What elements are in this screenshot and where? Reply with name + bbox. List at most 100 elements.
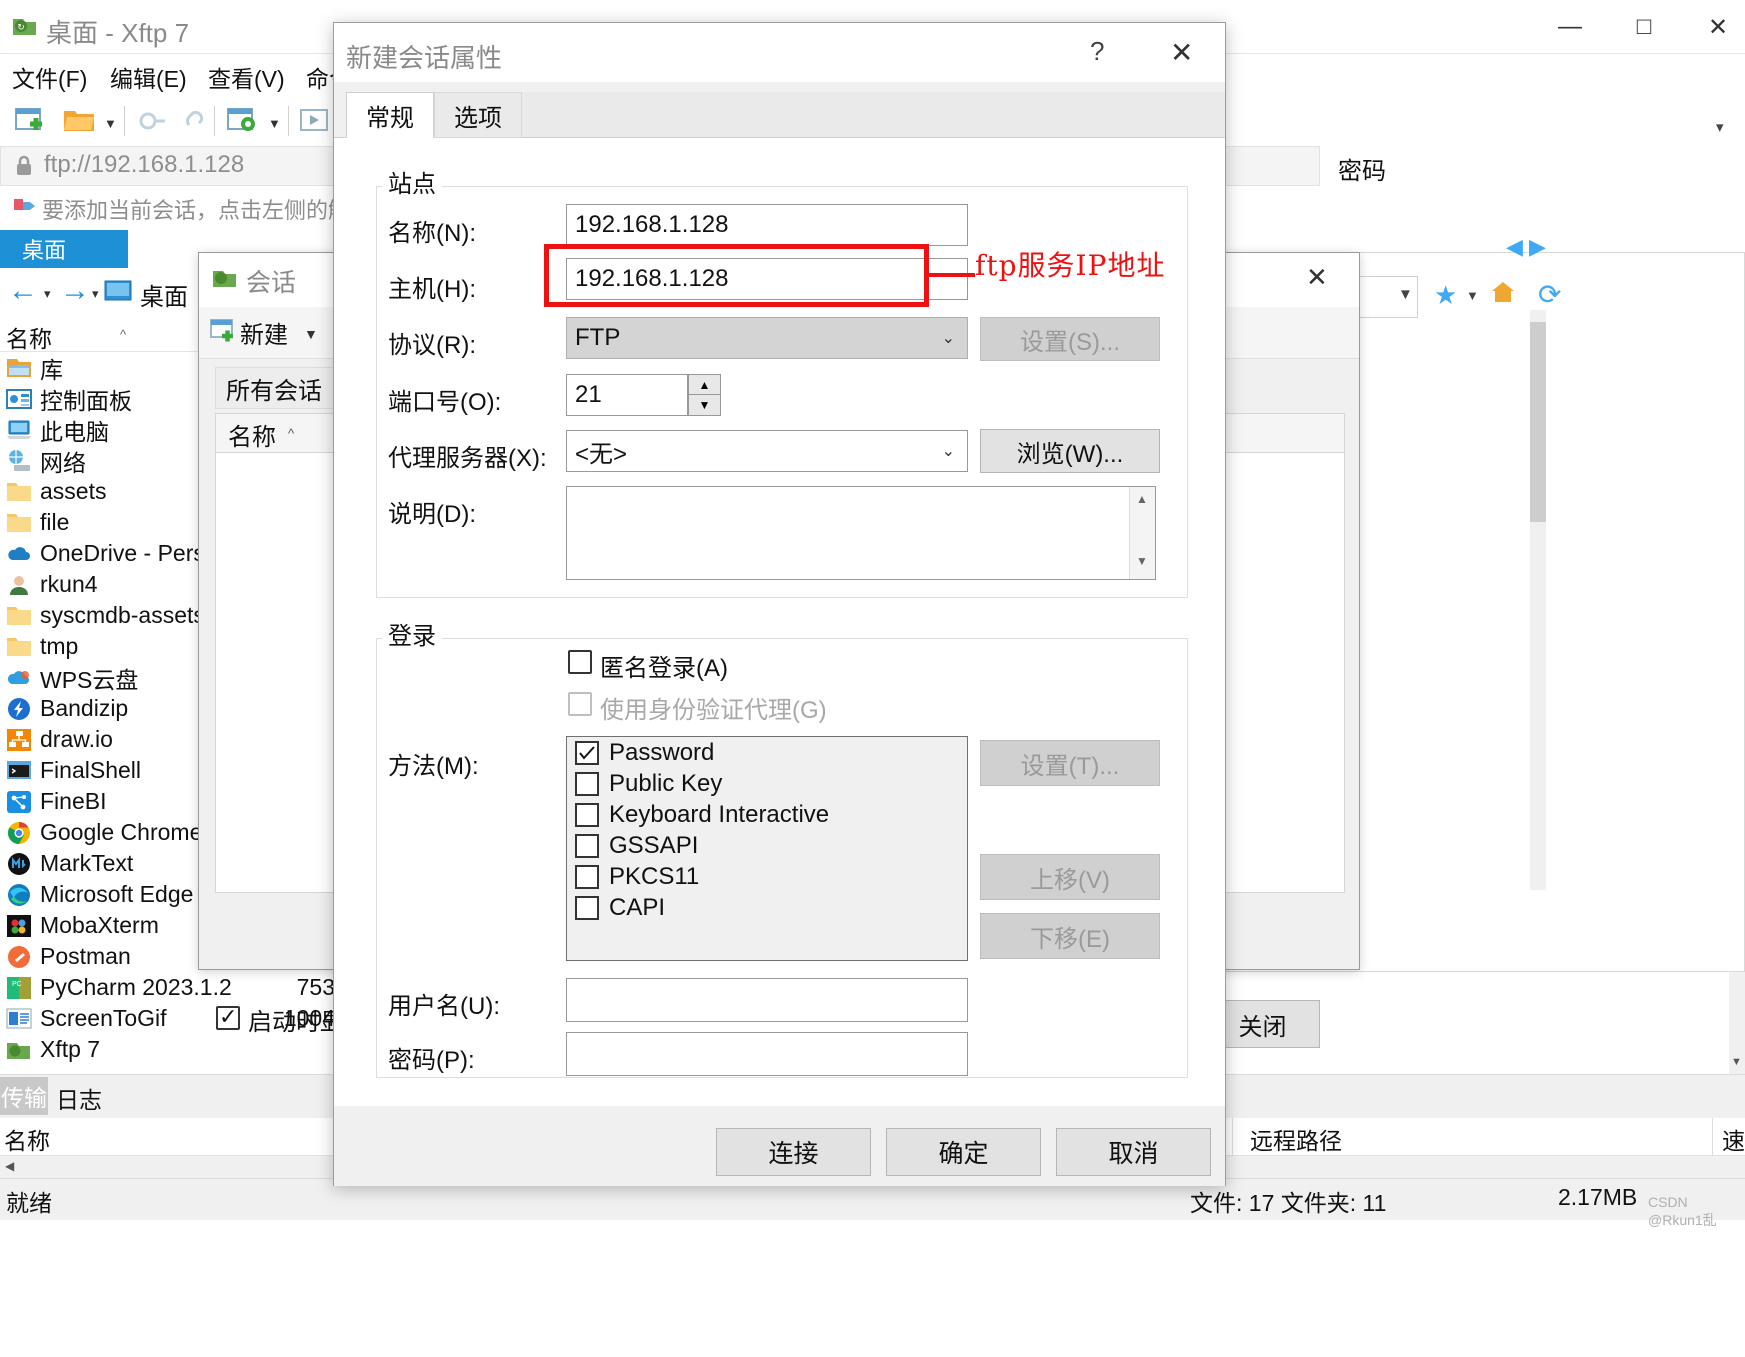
file-list-item[interactable]: WPS云盘 <box>0 662 200 693</box>
tab-transfer[interactable]: 传输 <box>0 1077 48 1115</box>
method-checkbox[interactable] <box>575 864 599 889</box>
star-icon[interactable]: ★ <box>1434 280 1457 311</box>
anonymous-login-checkbox[interactable] <box>568 650 592 674</box>
help-icon[interactable]: ? <box>1090 36 1104 67</box>
file-list-item[interactable]: rkun4 <box>0 569 200 600</box>
new-session-label[interactable]: 新建 <box>240 315 288 350</box>
file-list[interactable]: 库控制面板 此电脑网络 assets file OneDrive - Perso rkun… <box>0 352 335 1074</box>
description-scroll-down-icon[interactable]: ▼ <box>1136 554 1148 568</box>
cancel-button[interactable]: 取消 <box>1056 1128 1211 1176</box>
file-list-item[interactable]: 控制面板 <box>0 383 200 414</box>
ok-button[interactable]: 确定 <box>886 1128 1041 1176</box>
method-checkbox[interactable] <box>575 771 599 796</box>
method-list[interactable]: Password Public Key Keyboard Interactive GS… <box>566 736 968 961</box>
connect-button[interactable]: 连接 <box>716 1128 871 1176</box>
description-textarea[interactable] <box>566 486 1156 580</box>
file-list-item[interactable]: FinalShell <box>0 755 200 786</box>
protocol-select[interactable]: FTP ⌄ <box>566 317 968 359</box>
method-list-item[interactable]: Keyboard Interactive <box>567 799 967 830</box>
file-list-item[interactable]: syscmdb-assets <box>0 600 205 631</box>
nav-forward-caret-icon[interactable]: ▾ <box>92 286 99 302</box>
file-list-item[interactable]: assets <box>0 476 200 507</box>
bg-address-caret-icon[interactable]: ▼ <box>1398 286 1413 303</box>
dialog-close-icon[interactable]: ✕ <box>1170 36 1193 69</box>
method-checkbox[interactable] <box>575 740 599 765</box>
proxy-browse-button[interactable]: 浏览(W)... <box>980 429 1160 473</box>
password-label: 密码 <box>1338 158 1386 185</box>
file-list-item[interactable]: ScreenToGif 1004 <box>0 1003 335 1034</box>
file-list-item[interactable]: draw.io <box>0 724 200 755</box>
method-settings-button[interactable]: 设置(T)... <box>980 740 1160 786</box>
maximize-button[interactable]: □ <box>1607 0 1681 54</box>
home-icon[interactable] <box>1490 280 1516 304</box>
star-caret-icon[interactable]: ▼ <box>1466 288 1479 303</box>
tab-general[interactable]: 常规 <box>346 92 434 138</box>
method-list-item[interactable]: Public Key <box>567 768 967 799</box>
sessions-close-icon[interactable]: ✕ <box>1306 262 1328 293</box>
new-session-toolbar-icon[interactable] <box>210 317 240 345</box>
run-icon[interactable] <box>298 104 332 138</box>
bg-scrollbar-thumb[interactable] <box>1530 322 1546 522</box>
description-scroll-up-icon[interactable]: ▲ <box>1136 492 1148 506</box>
refresh-icon[interactable]: ⟳ <box>1538 278 1561 311</box>
file-list-item[interactable]: Postman <box>0 941 200 972</box>
port-input[interactable]: 21 <box>566 374 688 416</box>
session-settings-caret-icon[interactable]: ▼ <box>268 116 281 131</box>
file-list-item[interactable]: Microsoft Edge <box>0 879 200 910</box>
file-list-item[interactable]: Bandizip <box>0 693 200 724</box>
file-list-item[interactable]: PC PyCharm 2023.1.2 753 <box>0 972 335 1003</box>
tab-log[interactable]: 日志 <box>56 1081 102 1115</box>
scroll-left-icon[interactable]: ◀ <box>5 1159 14 1173</box>
method-list-item[interactable]: GSSAPI <box>567 830 967 861</box>
nav-forward-icon[interactable]: → <box>60 274 90 308</box>
session-settings-icon[interactable] <box>226 104 260 138</box>
method-list-item[interactable]: Password <box>567 737 967 768</box>
method-move-down-button[interactable]: 下移(E) <box>980 913 1160 959</box>
method-checkbox[interactable] <box>575 895 599 920</box>
file-list-item[interactable]: Xftp 7 <box>0 1034 200 1065</box>
address-value[interactable]: ftp://192.168.1.128 <box>44 151 244 179</box>
method-checkbox[interactable] <box>575 833 599 858</box>
protocol-settings-button[interactable]: 设置(S)... <box>980 317 1160 361</box>
file-name: 网络 <box>40 449 86 476</box>
minimize-button[interactable]: — <box>1533 0 1607 54</box>
open-folder-caret-icon[interactable]: ▼ <box>104 116 117 131</box>
new-session-icon[interactable] <box>14 104 48 138</box>
file-list-item[interactable]: 库 <box>0 352 200 383</box>
all-sessions-label: 所有会话 <box>226 377 322 405</box>
nav-back-icon[interactable]: ← <box>8 274 38 308</box>
annotation-highlight-box <box>544 244 929 307</box>
menu-file[interactable]: 文件(F) <box>12 60 87 94</box>
scroll-down-icon[interactable]: ▼ <box>1731 1056 1742 1068</box>
file-list-item[interactable]: file <box>0 507 200 538</box>
name-input[interactable]: 192.168.1.128 <box>566 204 968 246</box>
tab-options[interactable]: 选项 <box>434 92 522 138</box>
nav-back-caret-icon[interactable]: ▾ <box>44 286 51 302</box>
file-list-item[interactable]: tmp <box>0 631 200 662</box>
file-list-item[interactable]: Google Chrome <box>0 817 202 848</box>
username-input[interactable] <box>566 978 968 1022</box>
tab-desktop[interactable]: 桌面 ✕ <box>0 230 128 488</box>
close-button[interactable]: ✕ <box>1681 0 1745 54</box>
bg-nav-arrows-icon[interactable]: ◀ ▶ <box>1506 234 1546 260</box>
file-list-item[interactable]: 网络 <box>0 445 200 476</box>
method-move-up-button[interactable]: 上移(V) <box>980 854 1160 900</box>
method-list-item[interactable]: PKCS11 <box>567 861 967 892</box>
port-spinner-up[interactable]: ▲ <box>688 374 721 395</box>
file-list-item[interactable]: MobaXterm <box>0 910 200 941</box>
toolbar-divider <box>124 106 125 136</box>
file-list-item[interactable]: FineBI <box>0 786 200 817</box>
port-spinner-down[interactable]: ▼ <box>688 395 721 416</box>
toolbar-overflow-icon[interactable]: ▾ <box>1716 118 1724 136</box>
menu-view[interactable]: 查看(V) <box>208 60 285 94</box>
file-list-item[interactable]: OneDrive - Perso <box>0 538 218 569</box>
proxy-select[interactable]: <无> ⌄ <box>566 430 968 472</box>
method-list-item[interactable]: CAPI <box>567 892 967 923</box>
method-checkbox[interactable] <box>575 802 599 827</box>
new-session-caret-icon[interactable]: ▼ <box>304 326 318 342</box>
file-list-item[interactable]: MarkText <box>0 848 200 879</box>
file-list-item[interactable]: 此电脑 <box>0 414 200 445</box>
password-input[interactable] <box>566 1032 968 1076</box>
menu-edit[interactable]: 编辑(E) <box>110 60 187 94</box>
open-folder-icon[interactable] <box>62 104 96 138</box>
